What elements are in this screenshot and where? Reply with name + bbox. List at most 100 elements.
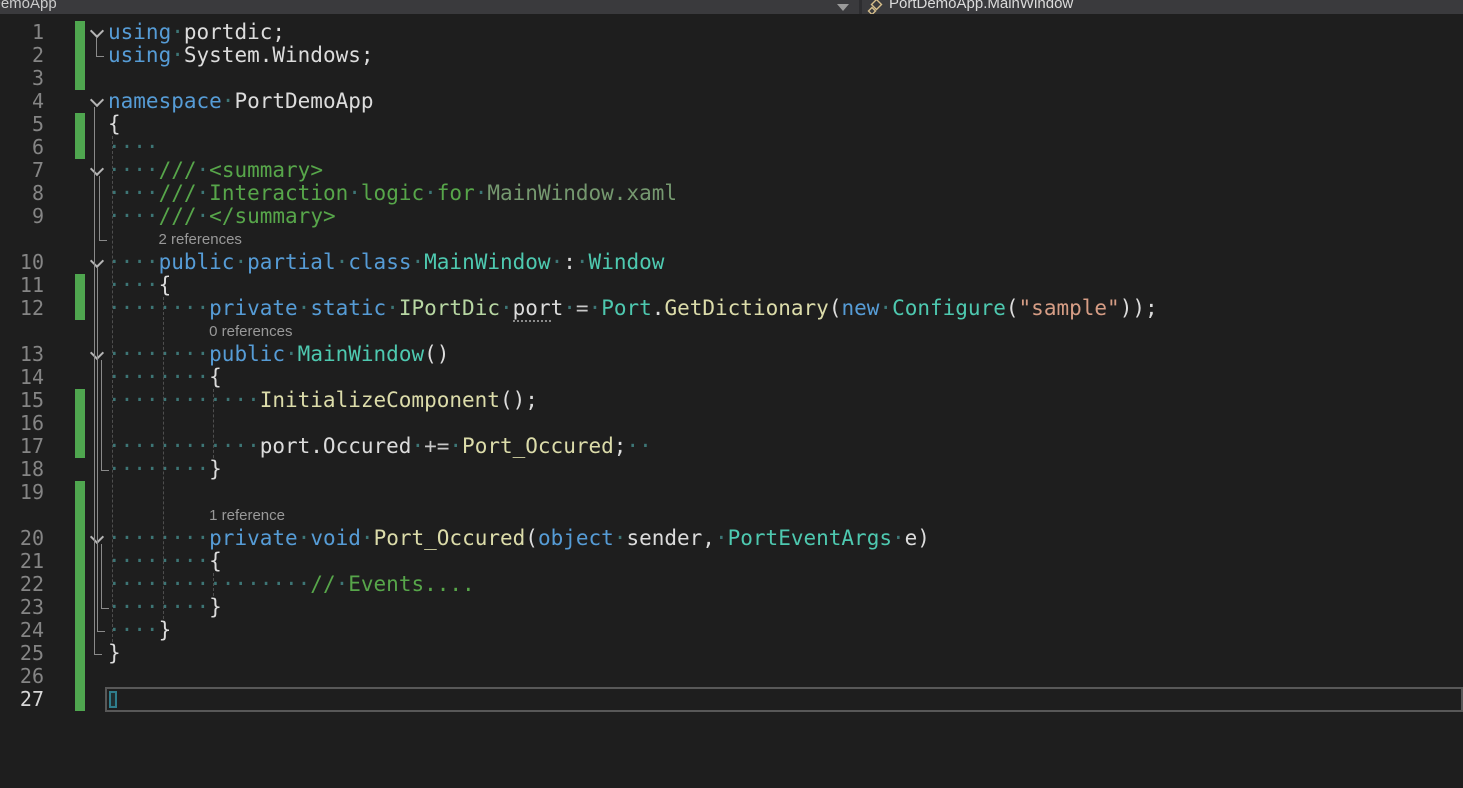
code-line[interactable]: ········private·static·IPortDic·port·=·P… <box>108 297 1158 320</box>
code-line[interactable]: ····{ <box>108 274 171 297</box>
code-line[interactable]: { <box>108 113 121 136</box>
code-line[interactable]: ···· <box>108 136 159 159</box>
line-number[interactable]: 8 <box>0 182 44 205</box>
code-line[interactable]: using·System.Windows; <box>108 44 374 67</box>
change-tracking-bar <box>75 21 85 44</box>
line-number[interactable]: 5 <box>0 113 44 136</box>
code-token: ········ <box>108 296 209 320</box>
code-token: portdic; <box>184 20 285 44</box>
line-number[interactable]: 14 <box>0 366 44 389</box>
change-tracking-bar <box>75 481 85 504</box>
code-token: ···· <box>108 618 159 642</box>
code-line[interactable]: ····public·partial·class·MainWindow·:·Wi… <box>108 251 664 274</box>
code-token: "sample" <box>1019 296 1120 320</box>
project-dropdown[interactable]: DemoApp <box>0 0 57 14</box>
code-line[interactable]: ····} <box>108 619 171 642</box>
code-token: += <box>424 434 449 458</box>
code-token: Port <box>601 296 652 320</box>
code-token: Interaction <box>209 181 348 205</box>
code-line[interactable]: } <box>108 642 121 665</box>
line-number[interactable]: 9 <box>0 205 44 228</box>
line-number[interactable]: 19 <box>0 481 44 504</box>
code-token: /// <box>159 158 197 182</box>
code-token: · <box>197 158 210 182</box>
codelens-references[interactable]: 0 references <box>209 320 292 343</box>
code-token: partial <box>247 250 336 274</box>
line-number[interactable]: 21 <box>0 550 44 573</box>
code-token: ············ <box>108 434 260 458</box>
code-token: . <box>652 296 665 320</box>
code-token: · <box>411 250 424 274</box>
code-line[interactable]: ········{ <box>108 366 222 389</box>
line-number[interactable]: 1 <box>0 21 44 44</box>
line-number[interactable]: 24 <box>0 619 44 642</box>
line-number[interactable]: 13 <box>0 343 44 366</box>
line-number[interactable]: 6 <box>0 136 44 159</box>
line-number[interactable]: 4 <box>0 90 44 113</box>
change-tracking-bar <box>75 619 85 642</box>
line-number[interactable]: 18 <box>0 458 44 481</box>
code-line[interactable]: ············InitializeComponent(); <box>108 389 538 412</box>
code-token: ( <box>1006 296 1019 320</box>
code-token: System.Windows; <box>184 43 374 67</box>
code-token: class <box>348 250 411 274</box>
line-number[interactable]: 25 <box>0 642 44 665</box>
indent-guide <box>163 297 164 619</box>
code-token: · <box>285 342 298 366</box>
code-token: ···· <box>108 135 159 159</box>
chevron-down-icon[interactable] <box>837 4 849 11</box>
line-number[interactable]: 27 <box>0 688 44 711</box>
code-line[interactable]: namespace·PortDemoApp <box>108 90 374 113</box>
code-token: · <box>715 526 728 550</box>
code-token: private <box>209 296 298 320</box>
line-number[interactable]: 17 <box>0 435 44 458</box>
code-token: · <box>563 296 576 320</box>
line-number[interactable]: 2 <box>0 44 44 67</box>
line-number[interactable]: 26 <box>0 665 44 688</box>
code-line[interactable]: ········} <box>108 596 222 619</box>
fold-chevron-icon[interactable] <box>90 93 104 107</box>
line-number[interactable]: 3 <box>0 67 44 90</box>
code-token: using <box>108 43 171 67</box>
code-token: · <box>589 296 602 320</box>
line-number[interactable]: 16 <box>0 412 44 435</box>
code-token: · <box>336 572 349 596</box>
change-tracking-bar <box>75 67 85 90</box>
code-token: ········ <box>108 365 209 389</box>
code-line[interactable]: ····///·<summary> <box>108 159 323 182</box>
change-tracking-bar <box>75 435 85 458</box>
code-line[interactable]: ········public·MainWindow() <box>108 343 449 366</box>
line-number[interactable]: 20 <box>0 527 44 550</box>
code-editor[interactable]: 1using·portdic;2using·System.Windows;34n… <box>0 14 1463 788</box>
code-token: ···· <box>108 250 159 274</box>
code-line[interactable]: ········} <box>108 458 222 481</box>
line-number[interactable]: 10 <box>0 251 44 274</box>
code-line[interactable]: using·portdic; <box>108 21 285 44</box>
line-number[interactable]: 23 <box>0 596 44 619</box>
line-number[interactable]: 15 <box>0 389 44 412</box>
code-line[interactable]: ····///·Interaction·logic·for·MainWindow… <box>108 182 677 205</box>
code-token: · <box>449 434 462 458</box>
line-number[interactable]: 12 <box>0 297 44 320</box>
code-token: PortDemoApp <box>234 89 373 113</box>
code-token: · <box>892 526 905 550</box>
code-token: ········ <box>108 526 209 550</box>
code-token: · <box>386 296 399 320</box>
code-line[interactable]: ····///·</summary> <box>108 205 336 228</box>
code-token: PortEventArgs <box>728 526 892 550</box>
code-line[interactable]: ········{ <box>108 550 222 573</box>
fold-chevron-icon[interactable] <box>90 24 104 38</box>
line-number[interactable]: 22 <box>0 573 44 596</box>
line-number[interactable]: 11 <box>0 274 44 297</box>
code-line[interactable]: ············port.Occured·+=·Port_Occured… <box>108 435 652 458</box>
type-dropdown[interactable]: PortDemoApp.MainWindow <box>889 0 1073 14</box>
indent-guide <box>213 573 214 596</box>
codelens-references[interactable]: 2 references <box>159 228 242 251</box>
code-token: ; <box>614 434 627 458</box>
code-token: · <box>551 250 564 274</box>
code-line[interactable]: ········private·void·Port_Occured(object… <box>108 527 930 550</box>
line-number[interactable]: 7 <box>0 159 44 182</box>
codelens-references[interactable]: 1 reference <box>209 504 285 527</box>
change-tracking-bar <box>75 596 85 619</box>
code-token: (); <box>500 388 538 412</box>
